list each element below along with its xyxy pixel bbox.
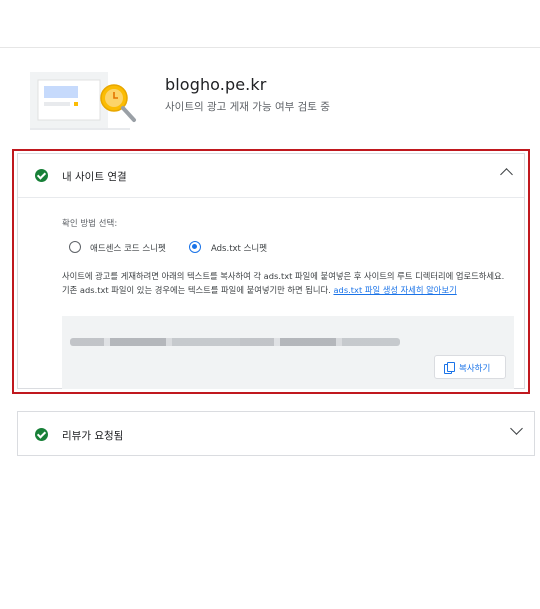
chevron-down-icon[interactable] bbox=[510, 422, 523, 435]
site-status: 사이트의 광고 게재 가능 여부 검토 중 bbox=[165, 101, 330, 113]
highlight-frame bbox=[12, 149, 530, 394]
panel-title: 리뷰가 요청됨 bbox=[62, 430, 124, 442]
site-domain: blogho.pe.kr bbox=[165, 75, 267, 94]
review-requested-panel[interactable]: 리뷰가 요청됨 bbox=[17, 411, 535, 456]
top-divider bbox=[0, 47, 540, 48]
check-circle-icon bbox=[35, 428, 48, 441]
site-review-illustration bbox=[30, 72, 136, 130]
